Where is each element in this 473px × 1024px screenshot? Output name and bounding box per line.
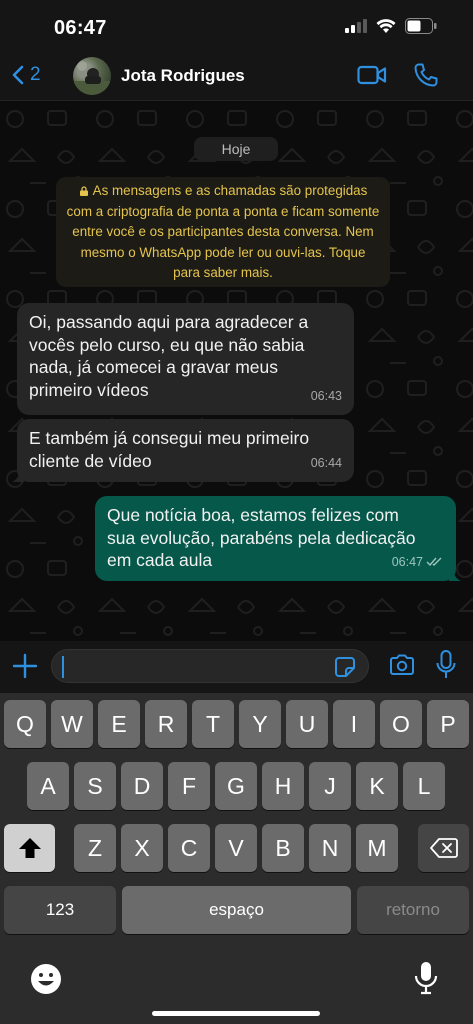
video-call-button[interactable] [357, 64, 387, 91]
key-n[interactable]: N [309, 824, 351, 872]
lock-icon [79, 186, 88, 196]
status-bar: 06:47 [0, 0, 473, 54]
chat-area[interactable]: Hoje As mensagens e as chamadas são prot… [0, 101, 473, 641]
date-separator: Hoje [194, 137, 278, 161]
status-icons [345, 18, 437, 34]
bubble-tail [12, 470, 24, 482]
key-s[interactable]: S [74, 762, 116, 810]
avatar[interactable] [73, 57, 111, 95]
message-bubble-outgoing[interactable]: Que notícia boa, estamos felizes com sua… [95, 496, 461, 581]
attach-button[interactable] [12, 653, 38, 684]
message-text-line: sua evolução, parabéns pela dedicação [107, 527, 416, 548]
dictation-button[interactable] [414, 961, 438, 1000]
dictation-microphone-icon [414, 962, 438, 995]
home-indicator[interactable] [152, 1011, 320, 1016]
sticker-icon [335, 657, 355, 677]
bubble-tail [449, 569, 461, 581]
key-b[interactable]: B [262, 824, 304, 872]
encryption-notice[interactable]: As mensagens e as chamadas são protegida… [56, 177, 390, 287]
voice-call-button[interactable] [413, 62, 439, 93]
space-key[interactable]: espaço [122, 886, 351, 934]
shift-arrow-icon [18, 838, 41, 858]
contact-name[interactable]: Jota Rodrigues [121, 66, 245, 86]
key-v[interactable]: V [215, 824, 257, 872]
key-t[interactable]: T [192, 700, 234, 748]
message-text-line: Oi, passando aqui para agradecer a [29, 312, 309, 332]
message-bubble-incoming[interactable]: E também já consegui meu primeiro client… [12, 419, 354, 482]
key-i[interactable]: I [333, 700, 375, 748]
avatar-photo [73, 61, 111, 95]
chat-header: 2 Jota Rodrigues [0, 54, 473, 101]
key-c[interactable]: C [168, 824, 210, 872]
double-check-icon [426, 557, 442, 567]
microphone-icon [436, 650, 456, 678]
wifi-icon [376, 18, 396, 33]
key-p[interactable]: P [427, 700, 469, 748]
battery-icon [405, 18, 437, 34]
camera-icon [390, 654, 414, 675]
message-text-line: primeiro vídeos [29, 379, 149, 400]
message-text-line: cliente de vídeo [29, 450, 152, 471]
keyboard: Q W E R T Y U I O P A S D F G H J K L Z … [0, 693, 473, 1024]
encryption-notice-text: As mensagens e as chamadas são protegida… [66, 183, 380, 280]
message-bubble-incoming[interactable]: Oi, passando aqui para agradecer a vocês… [17, 303, 354, 415]
key-f[interactable]: F [168, 762, 210, 810]
emoji-button[interactable] [29, 962, 63, 1001]
text-caret [62, 656, 64, 678]
key-m[interactable]: M [356, 824, 398, 872]
status-time: 06:47 [54, 17, 107, 39]
message-input[interactable] [51, 649, 369, 683]
sticker-button[interactable] [334, 656, 356, 683]
message-text-line: Que notícia boa, estamos felizes com [107, 505, 399, 525]
chevron-left-icon [12, 65, 24, 85]
phone-icon [414, 63, 438, 87]
message-text-line: E também já consegui meu primeiro [29, 428, 310, 448]
camera-button[interactable] [389, 654, 415, 681]
key-x[interactable]: X [121, 824, 163, 872]
key-y[interactable]: Y [239, 700, 281, 748]
key-d[interactable]: D [121, 762, 163, 810]
key-o[interactable]: O [380, 700, 422, 748]
key-j[interactable]: J [309, 762, 351, 810]
unread-count: 2 [30, 64, 41, 85]
emoji-icon [31, 964, 61, 994]
backspace-key[interactable] [418, 824, 469, 872]
key-u[interactable]: U [286, 700, 328, 748]
message-text-line: nada, já comecei a gravar meus [29, 357, 279, 377]
signal-icon [345, 19, 367, 33]
message-text-line: vocês pelo curso, eu que não sabia [29, 334, 305, 355]
key-z[interactable]: Z [74, 824, 116, 872]
plus-icon [12, 653, 38, 679]
key-l[interactable]: L [403, 762, 445, 810]
message-time: 06:43 [310, 388, 342, 403]
key-w[interactable]: W [51, 700, 93, 748]
voice-message-button[interactable] [436, 650, 456, 685]
message-time: 06:47 [392, 551, 444, 574]
back-button[interactable]: 2 [12, 64, 41, 86]
numbers-key[interactable]: 123 [4, 886, 116, 934]
key-e[interactable]: E [98, 700, 140, 748]
message-input-bar [0, 641, 473, 693]
shift-key[interactable] [4, 824, 55, 872]
key-r[interactable]: R [145, 700, 187, 748]
key-k[interactable]: K [356, 762, 398, 810]
message-time: 06:44 [310, 455, 342, 470]
key-a[interactable]: A [27, 762, 69, 810]
key-q[interactable]: Q [4, 700, 46, 748]
backspace-icon [429, 838, 458, 858]
return-key[interactable]: retorno [357, 886, 469, 934]
key-h[interactable]: H [262, 762, 304, 810]
key-g[interactable]: G [215, 762, 257, 810]
video-camera-icon [357, 65, 387, 85]
